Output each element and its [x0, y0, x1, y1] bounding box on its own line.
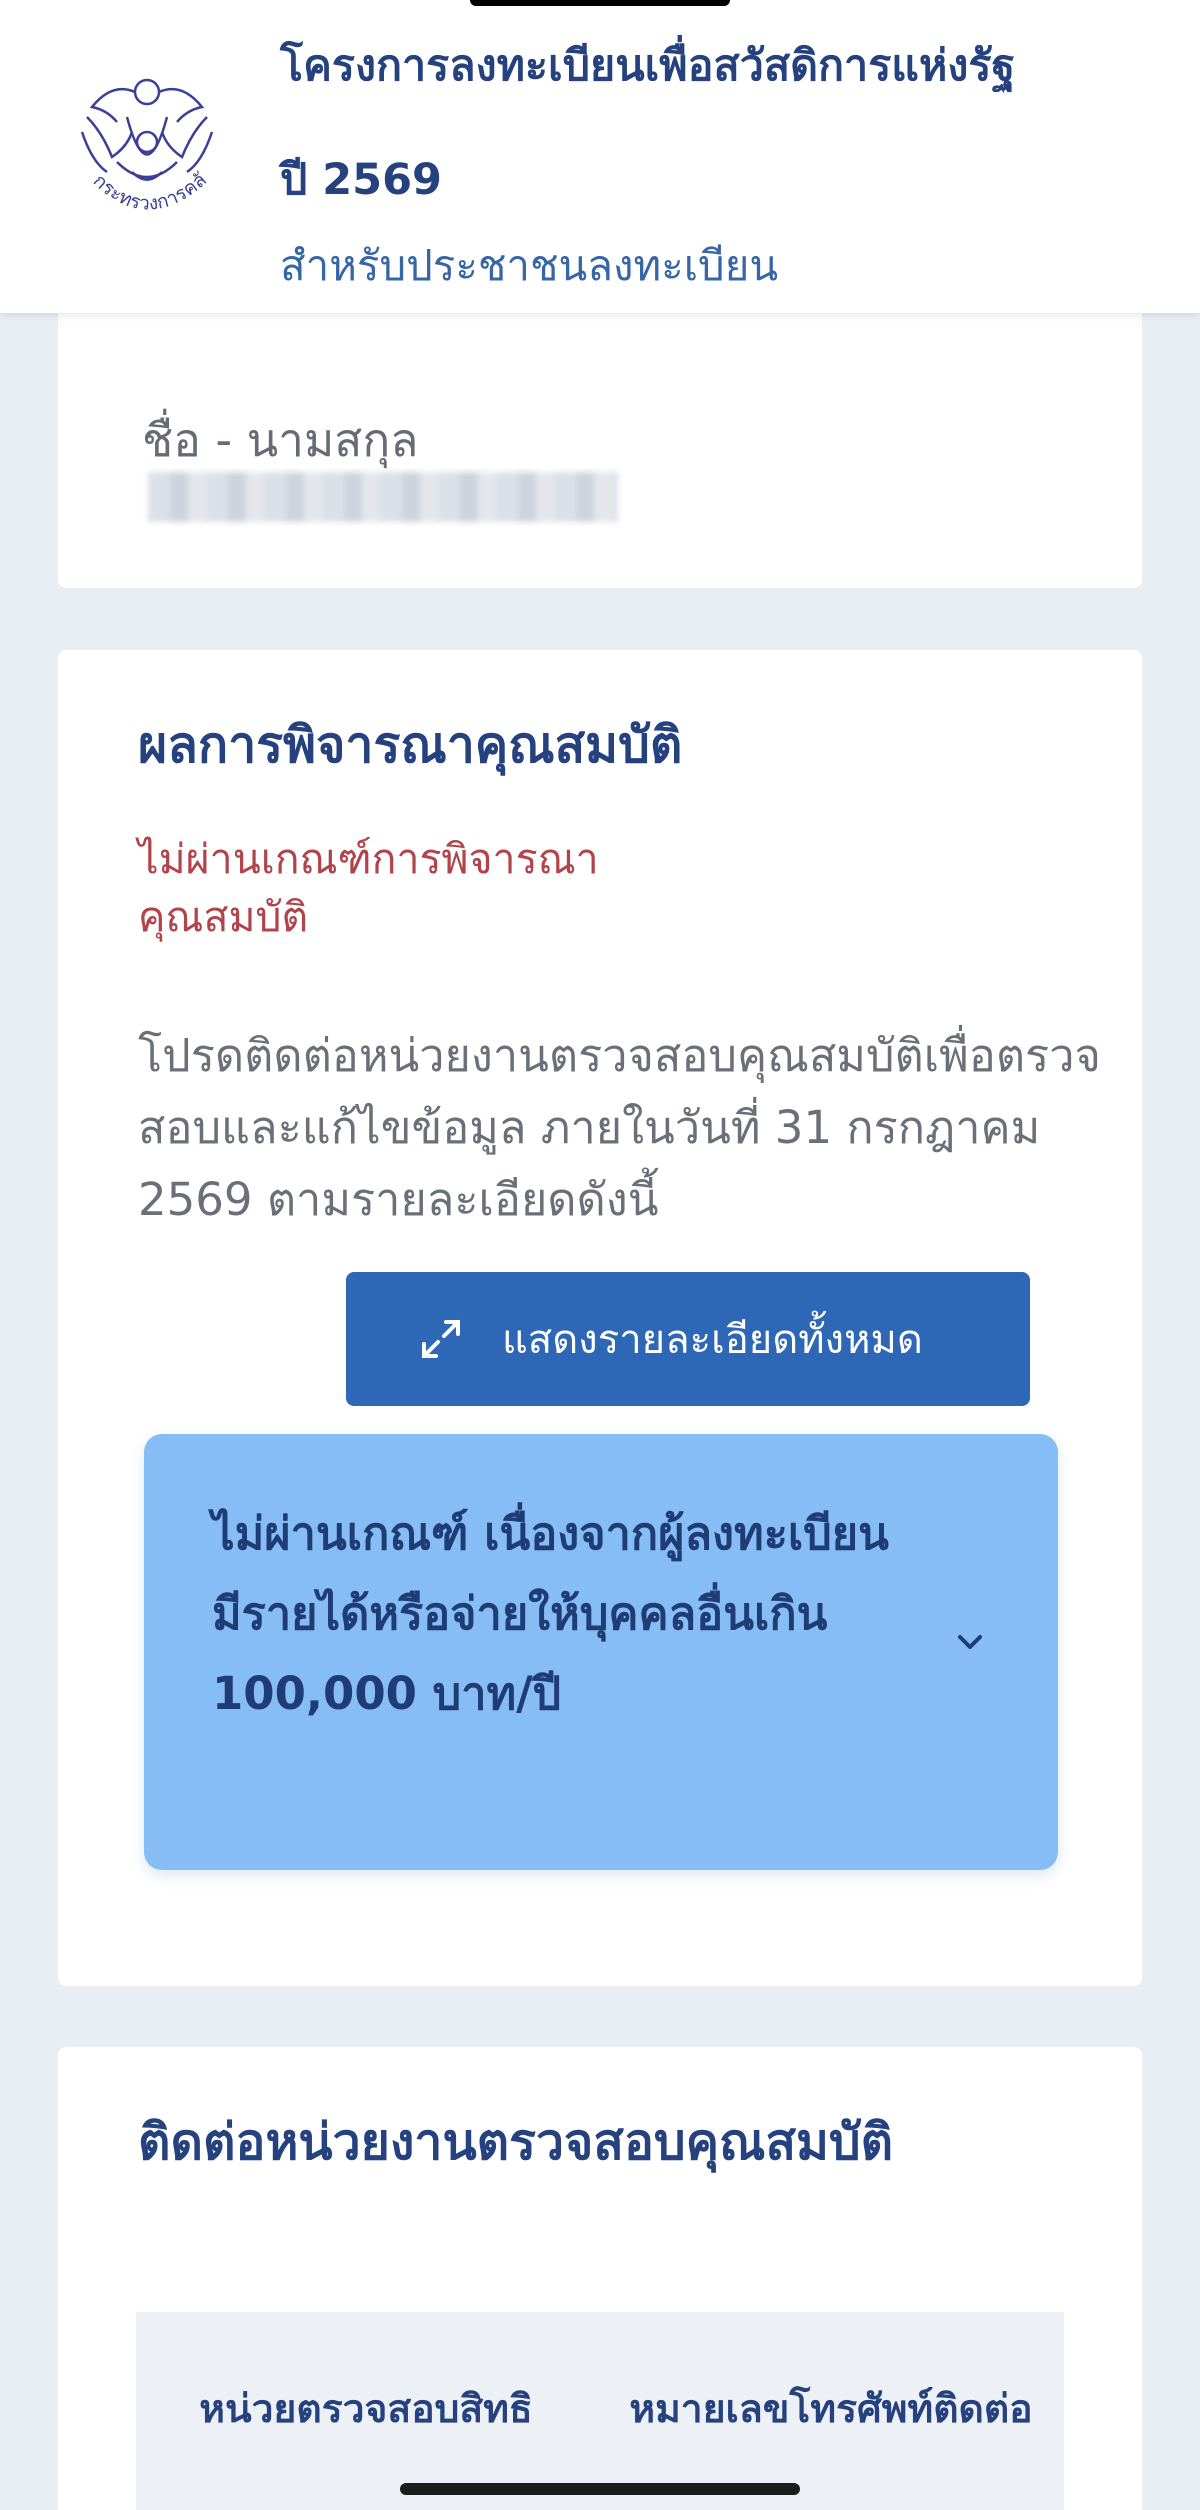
contact-title: ติดต่อหน่วยงานตรวจสอบคุณสมบัติ: [138, 2113, 894, 2171]
page: กระทรวงการคลัง โครงการลงทะเบียนเพื่อสวัส…: [0, 0, 1200, 2510]
reason-text: ไม่ผ่านเกณฑ์ เนื่องจากผู้ลงทะเบียนมีรายไ…: [212, 1507, 889, 1720]
chevron-down-icon: [958, 1635, 982, 1649]
contact-card: ติดต่อหน่วยงานตรวจสอบคุณสมบัติ หน่วยตรวจ…: [58, 2047, 1142, 2510]
show-all-label: แสดงรายละเอียดทั้งหมด: [502, 1317, 923, 1363]
name-label: ชื่อ - นามสกุล: [142, 413, 419, 467]
expand-icon: [422, 1320, 460, 1358]
reason-accordion[interactable]: ไม่ผ่านเกณฑ์ เนื่องจากผู้ลงทะเบียนมีรายไ…: [144, 1434, 1058, 1870]
instruction-text: โปรดติดต่อหน่วยงานตรวจสอบคุณสมบัติเพื่อต…: [138, 1029, 1101, 1226]
result-title: ผลการพิจารณาคุณสมบัติ: [138, 716, 683, 774]
garuda-emblem-icon: กระทรวงการคลัง: [72, 62, 214, 215]
table-header-unit: หน่วยตรวจสอบสิทธิ: [199, 2387, 533, 2432]
contact-table: หน่วยตรวจสอบสิทธิ หมายเลขโทรศัพท์ติดต่อ: [136, 2312, 1064, 2510]
table-header-phone: หมายเลขโทรศัพท์ติดต่อ: [629, 2387, 1033, 2432]
home-indicator[interactable]: [400, 2483, 800, 2495]
phone-notch: [470, 0, 730, 6]
result-card: ผลการพิจารณาคุณสมบัติ ไม่ผ่านเกณฑ์การพิจ…: [58, 650, 1142, 1986]
name-value-redacted: [148, 472, 618, 522]
header-subtitle: สำหรับประชาชนลงทะเบียน: [280, 241, 779, 290]
header-title: โครงการลงทะเบียนเพื่อสวัสดิการแห่งรัฐ: [280, 41, 1016, 91]
app-header: กระทรวงการคลัง โครงการลงทะเบียนเพื่อสวัส…: [0, 0, 1200, 313]
header-year: ปี 2569: [280, 155, 442, 205]
show-all-details-button[interactable]: แสดงรายละเอียดทั้งหมด: [346, 1272, 1030, 1406]
status-text: ไม่ผ่านเกณฑ์การพิจารณาคุณสมบัติ: [138, 835, 599, 941]
